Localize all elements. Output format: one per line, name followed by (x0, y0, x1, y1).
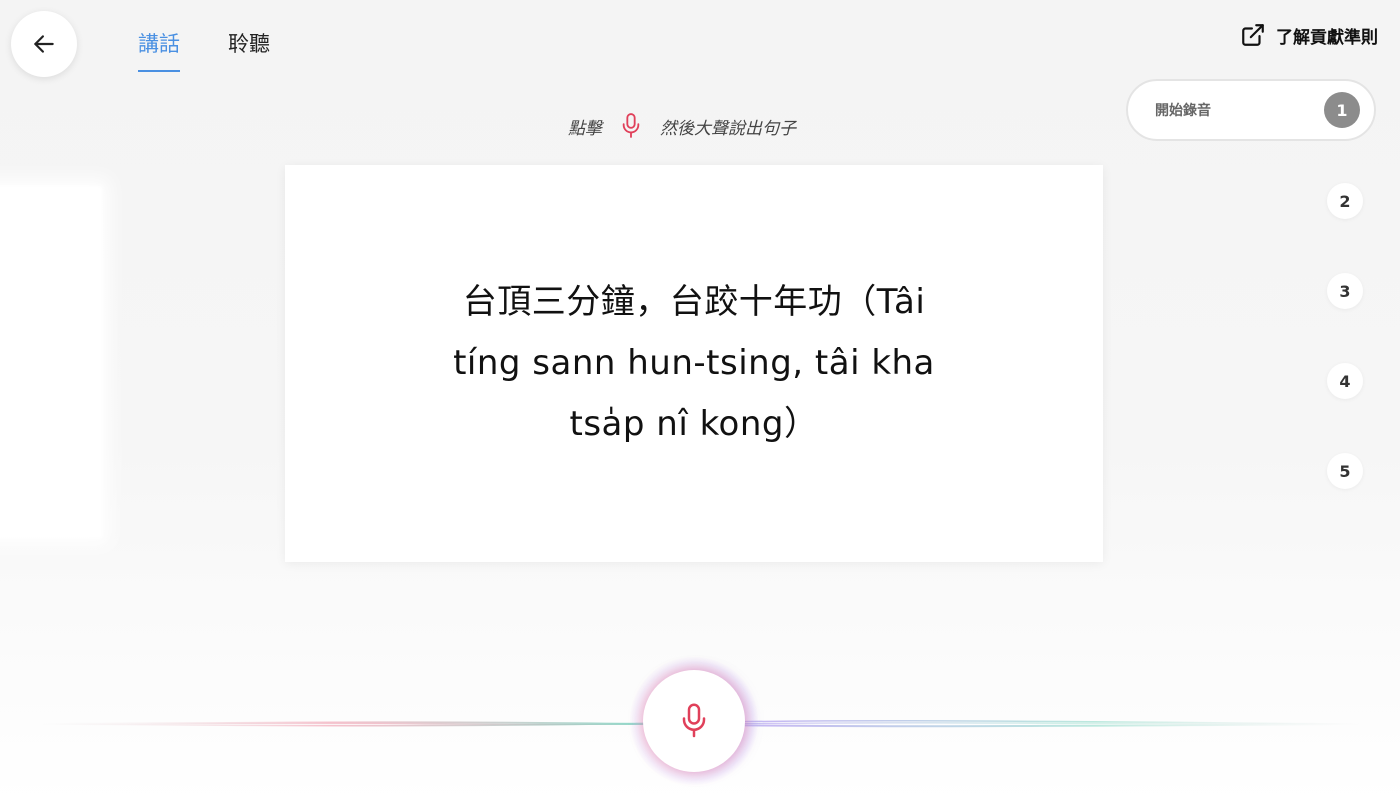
tab-listen[interactable]: 聆聽 (228, 28, 270, 72)
microphone-icon (622, 113, 640, 138)
back-button[interactable] (11, 11, 77, 77)
arrow-left-icon (34, 35, 54, 53)
record-button[interactable] (643, 670, 745, 772)
external-link-icon (1242, 24, 1264, 46)
instruction-after: 然後大聲說出句子 (660, 118, 796, 139)
step-3-badge: 3 (1327, 273, 1363, 309)
previous-sentence-card (0, 186, 102, 538)
guidelines-label: 了解貢獻準則 (1276, 27, 1378, 48)
microphone-icon (682, 703, 706, 738)
mode-tabs: 講話 聆聽 (138, 28, 270, 72)
step-5-badge: 5 (1327, 453, 1363, 489)
sentence-card: 台頂三分鐘，台跤十年功（Tâi tíng sann hun-tsing, tâi… (285, 165, 1103, 562)
step-1-badge: 1 (1324, 92, 1360, 128)
sentence-text: 台頂三分鐘，台跤十年功（Tâi tíng sann hun-tsing, tâi… (453, 282, 935, 444)
instruction-line: 點擊 然後大聲說出句子 (568, 112, 796, 140)
contribution-guidelines-link[interactable]: 了解貢獻準則 (1240, 22, 1378, 48)
start-recording-label: 開始錄音 (1155, 103, 1211, 119)
tab-speak[interactable]: 講話 (138, 28, 180, 72)
step-2-badge: 2 (1327, 183, 1363, 219)
instruction-before: 點擊 (568, 118, 602, 139)
step-4-badge: 4 (1327, 363, 1363, 399)
start-recording-step[interactable]: 開始錄音 1 (1126, 79, 1376, 141)
